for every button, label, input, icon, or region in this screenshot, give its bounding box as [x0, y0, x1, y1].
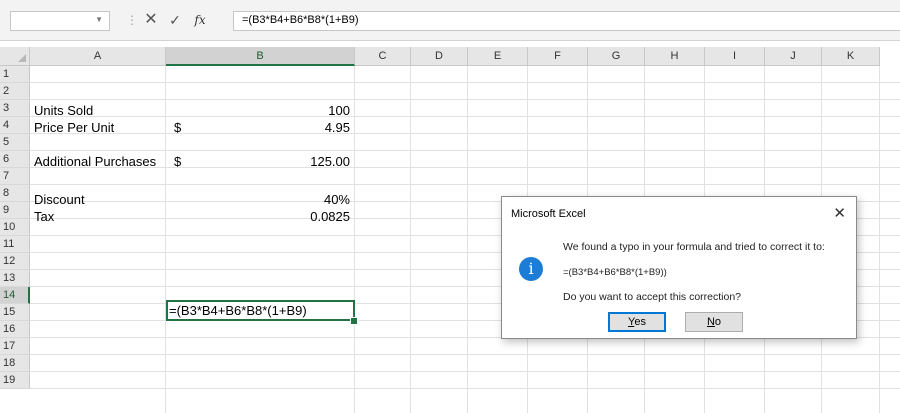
- column-header-a[interactable]: A: [30, 47, 166, 66]
- fill-handle[interactable]: [350, 317, 358, 325]
- row-gridline: [30, 354, 900, 355]
- dialog-message: We found a typo in your formula and trie…: [563, 241, 825, 253]
- column-gridline: [410, 66, 411, 413]
- dialog-question: Do you want to accept this correction?: [563, 291, 742, 303]
- active-cell-text: =(B3*B4+B6*B8*(1+B9): [169, 303, 307, 318]
- row-gridline: [30, 150, 900, 151]
- cell-b4[interactable]: 4.95: [166, 119, 350, 137]
- cell-a8[interactable]: Discount: [34, 191, 85, 209]
- row-header-2[interactable]: 2: [0, 83, 30, 100]
- yes-button-label: es: [634, 316, 646, 328]
- suggested-formula: =(B3*B4+B6*B8*(1+B9)): [563, 267, 667, 278]
- autocorrect-dialog: Microsoft Excel ✕ i We found a typo in y…: [501, 196, 857, 339]
- column-gridline: [354, 66, 355, 413]
- column-gridline: [467, 66, 468, 413]
- row-header-11[interactable]: 11: [0, 236, 30, 253]
- row-header-13[interactable]: 13: [0, 270, 30, 287]
- row-header-1[interactable]: 1: [0, 66, 30, 83]
- column-header-h[interactable]: H: [645, 47, 705, 66]
- cell-b3[interactable]: 100: [166, 102, 350, 120]
- row-gridline: [30, 371, 900, 372]
- enter-icon[interactable]: ✓: [166, 10, 184, 30]
- dialog-title: Microsoft Excel: [511, 208, 586, 220]
- column-header-d[interactable]: D: [411, 47, 468, 66]
- row-header-5[interactable]: 5: [0, 134, 30, 151]
- row-header-17[interactable]: 17: [0, 338, 30, 355]
- active-cell-b14[interactable]: =(B3*B4+B6*B8*(1+B9): [166, 300, 355, 321]
- row-gridline: [30, 167, 900, 168]
- column-header-j[interactable]: J: [765, 47, 822, 66]
- no-button[interactable]: No: [685, 312, 743, 332]
- formula-input[interactable]: =(B3*B4+B6*B8*(1+B9): [233, 11, 900, 31]
- formula-bar: ▼ ⋮ ✕ ✓ fx =(B3*B4+B6*B8*(1+B9): [0, 0, 900, 41]
- close-icon[interactable]: ✕: [833, 204, 846, 222]
- row-header-12[interactable]: 12: [0, 253, 30, 270]
- cell-a6[interactable]: Additional Purchases: [34, 153, 156, 171]
- column-header-c[interactable]: C: [355, 47, 411, 66]
- row-header-9[interactable]: 9: [0, 202, 30, 219]
- column-header-b[interactable]: B: [166, 47, 355, 66]
- column-header-k[interactable]: K: [822, 47, 880, 66]
- row-header-19[interactable]: 19: [0, 372, 30, 389]
- row-gridline: [30, 99, 900, 100]
- column-header-f[interactable]: F: [528, 47, 588, 66]
- column-header-i[interactable]: I: [705, 47, 765, 66]
- cell-b8[interactable]: 40%: [166, 191, 350, 209]
- drag-handle-icon[interactable]: ⋮: [126, 11, 138, 29]
- row-header-7[interactable]: 7: [0, 168, 30, 185]
- formula-text: =(B3*B4+B6*B8*(1+B9): [242, 14, 359, 26]
- row-gridline: [30, 133, 900, 134]
- row-header-8[interactable]: 8: [0, 185, 30, 202]
- select-all-button[interactable]: [0, 47, 30, 66]
- dialog-body: i We found a typo in your formula and tr…: [502, 229, 856, 338]
- row-header-16[interactable]: 16: [0, 321, 30, 338]
- row-gridline: [30, 82, 900, 83]
- cancel-icon[interactable]: ✕: [142, 10, 160, 30]
- select-all-icon: [18, 54, 26, 62]
- cell-a3[interactable]: Units Sold: [34, 102, 93, 120]
- chevron-down-icon[interactable]: ▼: [95, 15, 103, 24]
- row-gridline: [30, 388, 900, 389]
- column-gridline: [879, 66, 880, 413]
- no-button-label: o: [714, 316, 722, 328]
- name-box[interactable]: ▼: [10, 11, 110, 31]
- yes-button[interactable]: Yes: [608, 312, 666, 332]
- row-header-3[interactable]: 3: [0, 100, 30, 117]
- column-header-e[interactable]: E: [468, 47, 528, 66]
- row-header-10[interactable]: 10: [0, 219, 30, 236]
- row-gridline: [30, 184, 900, 185]
- cell-b9[interactable]: 0.0825: [166, 208, 350, 226]
- cell-a9[interactable]: Tax: [34, 208, 54, 226]
- insert-function-icon[interactable]: fx: [190, 10, 210, 30]
- row-header-4[interactable]: 4: [0, 117, 30, 134]
- row-gridline: [30, 116, 900, 117]
- column-header-g[interactable]: G: [588, 47, 645, 66]
- row-header-15[interactable]: 15: [0, 304, 30, 321]
- cell-b6[interactable]: 125.00: [166, 153, 350, 171]
- row-header-14[interactable]: 14: [0, 287, 30, 304]
- row-header-6[interactable]: 6: [0, 151, 30, 168]
- row-header-18[interactable]: 18: [0, 355, 30, 372]
- no-button-accelerator: N: [706, 316, 715, 328]
- cell-a4[interactable]: Price Per Unit: [34, 119, 114, 137]
- info-icon: i: [519, 257, 543, 281]
